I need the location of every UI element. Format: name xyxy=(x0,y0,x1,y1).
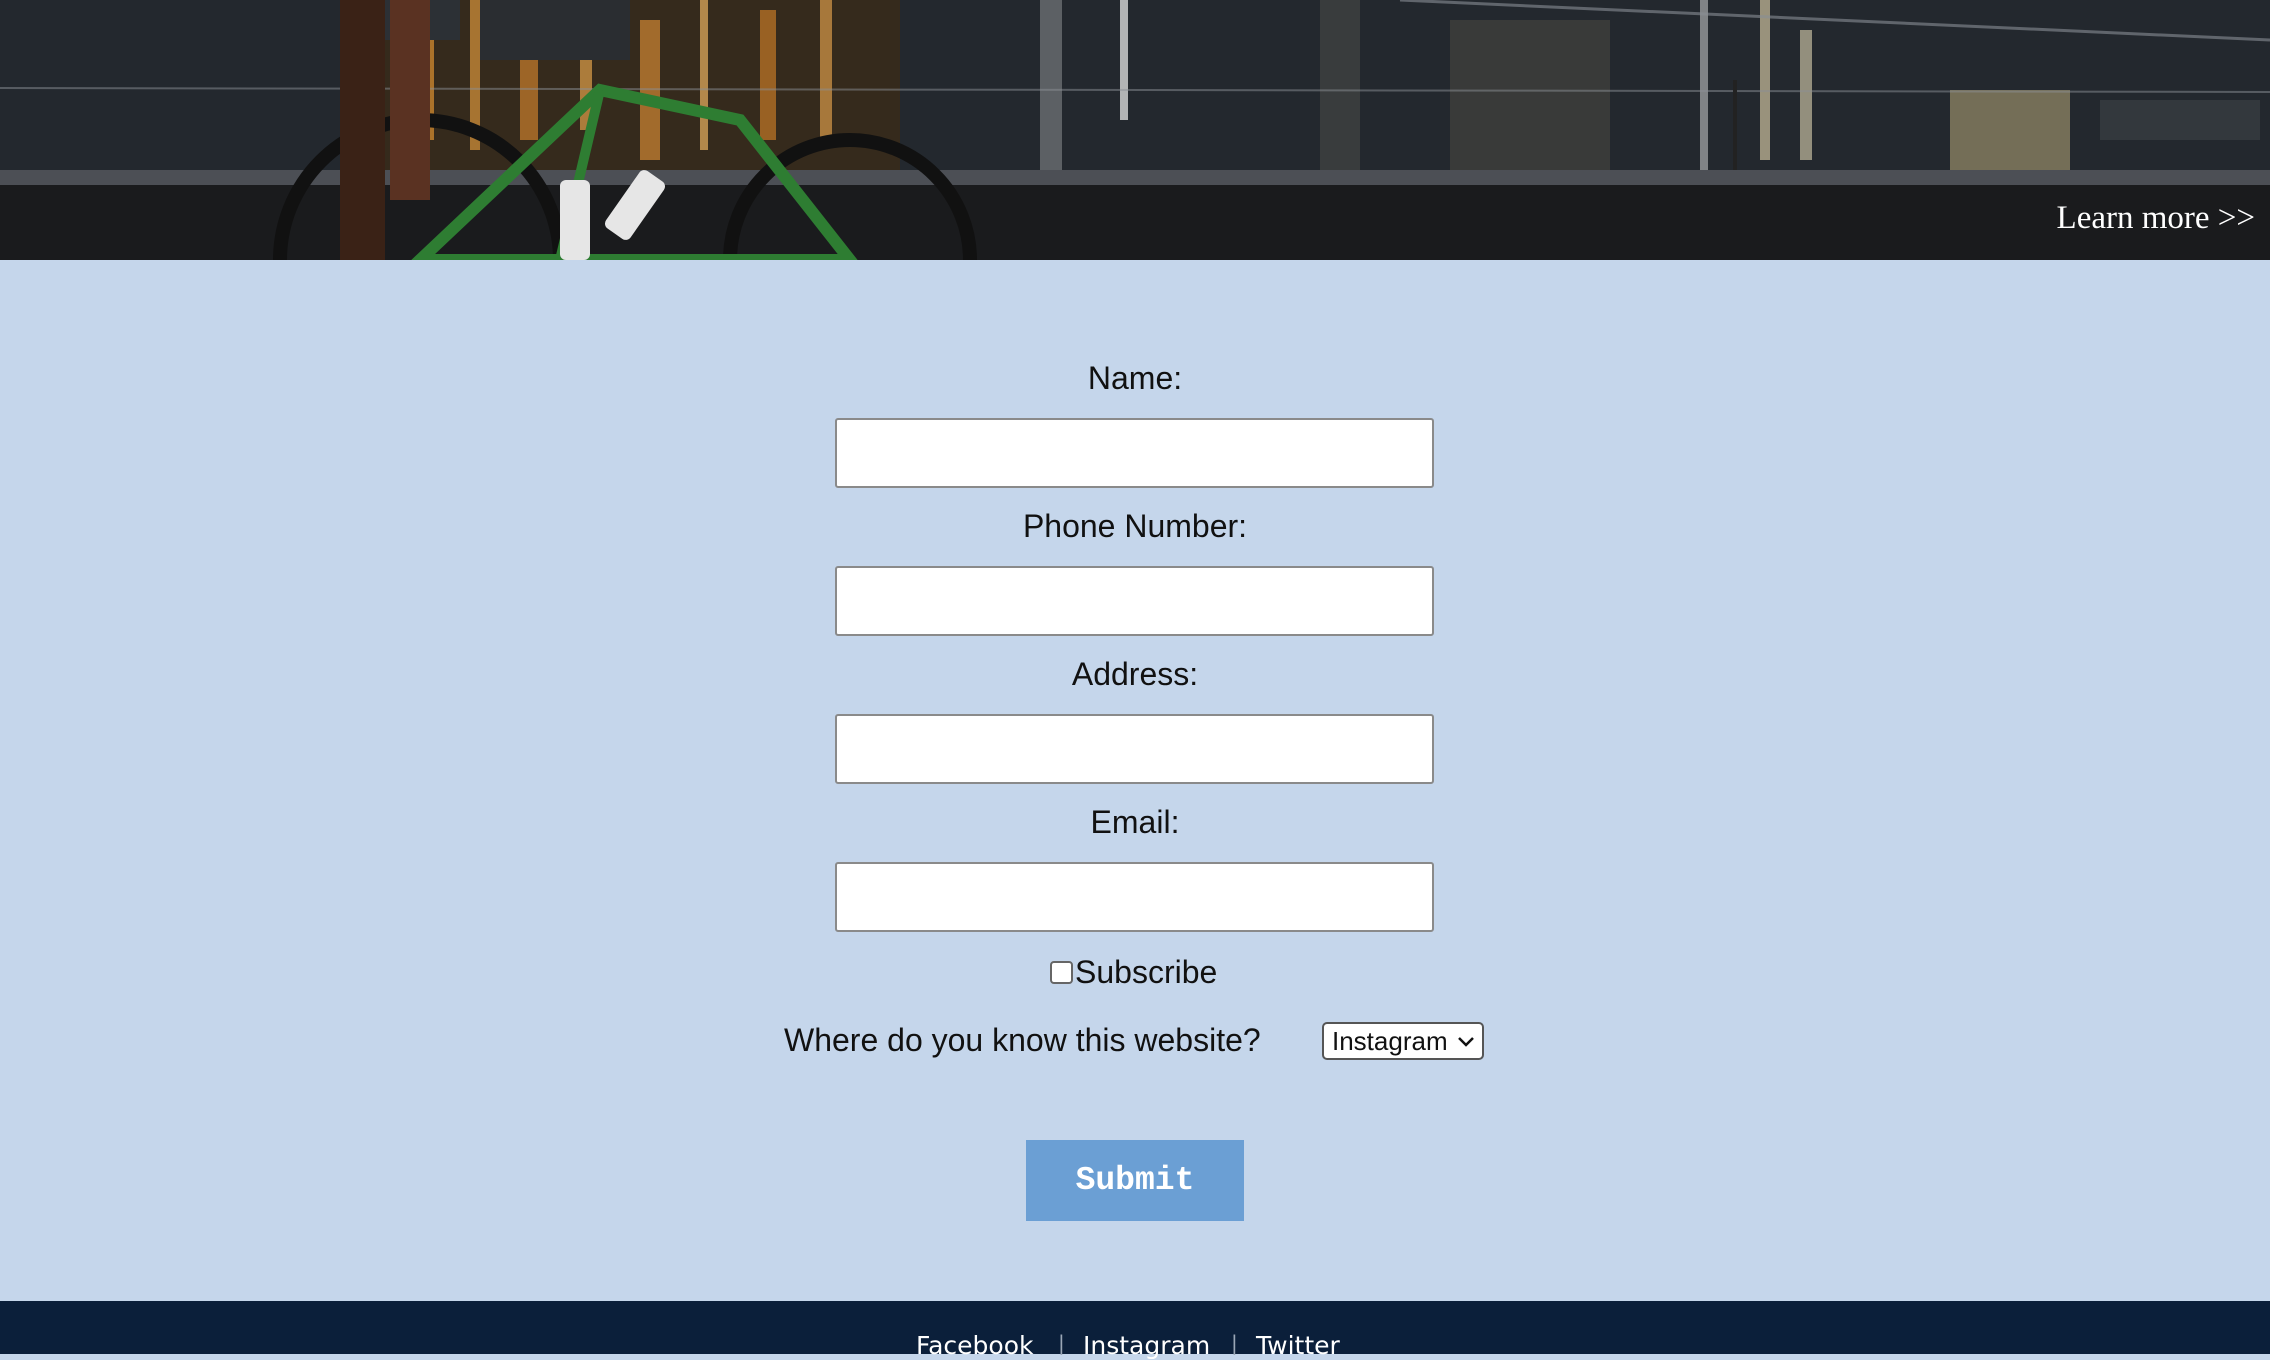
phone-number-label: Phone Number: xyxy=(1022,508,1248,544)
hero-photo xyxy=(0,0,2270,260)
subscribe-row: Subscribe xyxy=(1050,952,1217,992)
email-label: Email: xyxy=(1090,804,1180,840)
footer-link-facebook[interactable]: Facebook xyxy=(916,1331,1033,1360)
footer-link-instagram[interactable]: Instagram xyxy=(1083,1331,1210,1360)
contact-form: Name: Phone Number: Address: Email: Subs… xyxy=(0,260,2270,1301)
source-select-value: Instagram xyxy=(1332,1025,1448,1056)
chevron-down-icon xyxy=(1458,1037,1474,1047)
source-question-label: Where do you know this website? xyxy=(784,1022,1261,1058)
submit-button[interactable]: Submit xyxy=(1026,1140,1244,1221)
footer-separator: | xyxy=(1231,1331,1238,1355)
address-input[interactable] xyxy=(835,714,1434,784)
name-label: Name: xyxy=(1087,360,1183,396)
name-input[interactable] xyxy=(835,418,1434,488)
email-input[interactable] xyxy=(835,862,1434,932)
hero-banner: Learn more >> xyxy=(0,0,2270,260)
phone-number-input[interactable] xyxy=(835,566,1434,636)
address-label: Address: xyxy=(1071,656,1199,692)
footer-link-twitter[interactable]: Twitter xyxy=(1256,1331,1340,1360)
footer: Facebook | Instagram | Twitter xyxy=(0,1301,2270,1360)
source-select[interactable]: Instagram xyxy=(1322,1022,1484,1060)
subscribe-checkbox[interactable] xyxy=(1050,960,1073,984)
subscribe-label: Subscribe xyxy=(1075,953,1218,990)
footer-separator: | xyxy=(1058,1331,1065,1355)
learn-more-link[interactable]: Learn more >> xyxy=(2057,200,2255,237)
